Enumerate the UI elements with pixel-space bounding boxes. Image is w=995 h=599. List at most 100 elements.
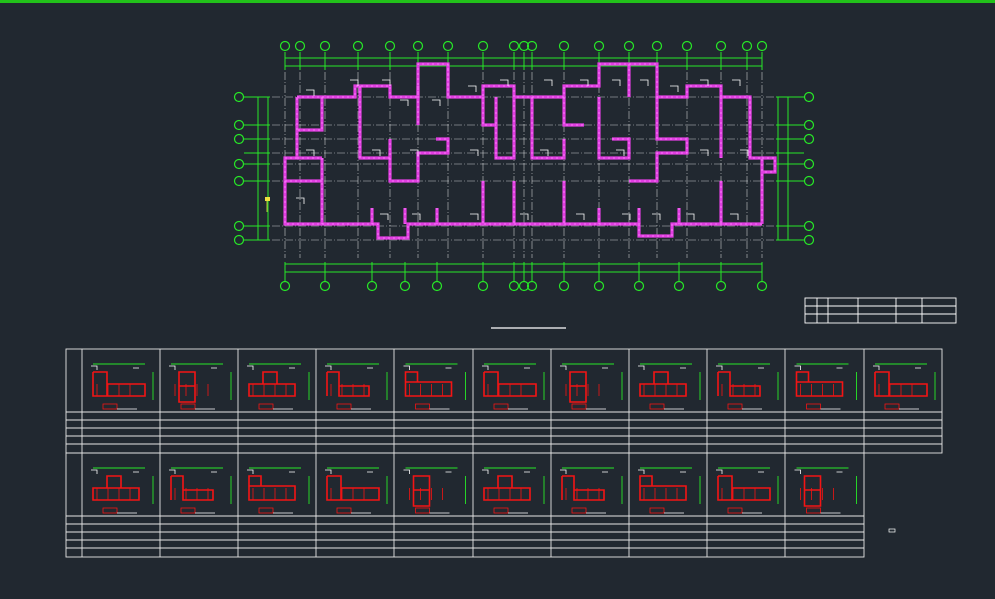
- shear-wall: [597, 97, 631, 160]
- grid-bubble-left: [233, 175, 245, 187]
- grid-bubble-top: [279, 40, 291, 52]
- section-tag: [169, 365, 217, 370]
- grid-bubble-bottom: [508, 280, 520, 292]
- shear-wall: [283, 97, 762, 240]
- table-2-sections: [91, 467, 857, 514]
- section-tag: [91, 365, 139, 370]
- detail-table-2: [65, 452, 865, 558]
- small-note-box: [888, 528, 896, 533]
- shear-wall-hatch: [297, 63, 763, 224]
- floor-plan: [233, 40, 815, 292]
- shear-wall: [297, 62, 764, 224]
- grid-bubble-right: [803, 119, 815, 131]
- column-section-outline: [483, 475, 531, 501]
- section-tag: [794, 469, 843, 474]
- grid-bubble-left: [233, 91, 245, 103]
- section-label: [258, 403, 274, 410]
- column-tag-mark: [470, 213, 479, 220]
- shear-wall-hatch: [563, 97, 584, 126]
- section-tag: [560, 365, 608, 370]
- section-label: [102, 403, 118, 410]
- section-label: [727, 403, 743, 410]
- grid-bubble-right: [803, 91, 815, 103]
- column-section-outline: [639, 371, 687, 397]
- grid-bubble-top: [477, 40, 489, 52]
- column-section-outline: [170, 475, 214, 501]
- section-marker: [265, 197, 270, 201]
- section-tag: [91, 469, 139, 474]
- grid-bubble-top: [715, 40, 727, 52]
- section-tag: [169, 469, 217, 474]
- grid-bubble-bottom: [477, 280, 489, 292]
- grid-bubble-left: [233, 234, 245, 246]
- grid-bubble-top: [508, 40, 520, 52]
- column-section-outline: [639, 475, 687, 501]
- section-tag: [716, 365, 764, 370]
- shear-wall-hatch: [284, 97, 762, 239]
- section-tag: [325, 365, 373, 370]
- section-tag: [325, 469, 373, 474]
- grid-bubble-right: [803, 175, 815, 187]
- grid-bubble-right: [803, 234, 815, 246]
- section-label: [806, 403, 821, 410]
- section-tag: [403, 469, 452, 474]
- shear-wall-hatch: [531, 97, 565, 159]
- column-section-outline: [248, 371, 296, 397]
- section-label: [415, 507, 430, 514]
- grid-bubble-bottom: [633, 280, 645, 292]
- column-section-outline: [248, 475, 296, 501]
- column-tag-mark: [468, 85, 477, 92]
- section-label: [336, 403, 352, 410]
- section-label: [727, 507, 743, 514]
- section-label: [258, 507, 274, 514]
- section-tag: [560, 469, 608, 474]
- section-label: [649, 507, 665, 514]
- grid-bubble-bottom: [366, 280, 378, 292]
- grid-bubble-bottom: [715, 280, 727, 292]
- grid-bubble-right: [803, 133, 815, 145]
- section-label: [493, 403, 509, 410]
- section-tag: [716, 469, 764, 474]
- grid-bubble-top: [593, 40, 605, 52]
- column-tag-mark: [544, 79, 553, 86]
- column-tag-mark: [652, 213, 661, 220]
- grid-bubble-bottom: [319, 280, 331, 292]
- grid-bubble-top: [741, 40, 753, 52]
- column-section-outline: [795, 371, 844, 397]
- shear-wall-hatch: [495, 97, 515, 159]
- section-label: [180, 507, 196, 514]
- section-label: [180, 403, 196, 410]
- column-section-outline: [326, 371, 370, 397]
- detail-table-1: [65, 348, 943, 454]
- section-label: [571, 403, 587, 410]
- grid-bubble-top: [442, 40, 454, 52]
- column-tag-mark: [730, 213, 739, 220]
- column-section-outline: [92, 475, 140, 501]
- column-tag-mark: [732, 79, 741, 86]
- grid-bubble-right: [803, 158, 815, 170]
- section-tag: [794, 365, 843, 370]
- grid-bubble-bottom: [558, 280, 570, 292]
- column-section-outline: [569, 371, 587, 403]
- grid-bubble-top: [681, 40, 693, 52]
- grid-bubble-bottom: [431, 280, 443, 292]
- section-label: [649, 403, 665, 410]
- grid-bubble-top: [558, 40, 570, 52]
- column-section-outline: [803, 475, 822, 507]
- shear-wall-hatch: [482, 97, 496, 126]
- section-tag: [482, 469, 530, 474]
- section-tag: [873, 365, 921, 370]
- section-tag: [638, 469, 686, 474]
- grid-bubble-left: [233, 133, 245, 145]
- grid-bubble-left: [233, 119, 245, 131]
- column-tag-mark: [670, 85, 679, 92]
- shear-wall: [388, 137, 450, 183]
- column-tag-mark: [400, 99, 409, 106]
- column-section-outline: [412, 475, 431, 507]
- column-tag-mark: [432, 99, 441, 106]
- grid-bubble-bottom: [279, 280, 291, 292]
- grid-bubble-left: [233, 220, 245, 232]
- section-label: [884, 403, 900, 410]
- section-tag: [247, 365, 295, 370]
- column-tag-mark: [380, 213, 389, 220]
